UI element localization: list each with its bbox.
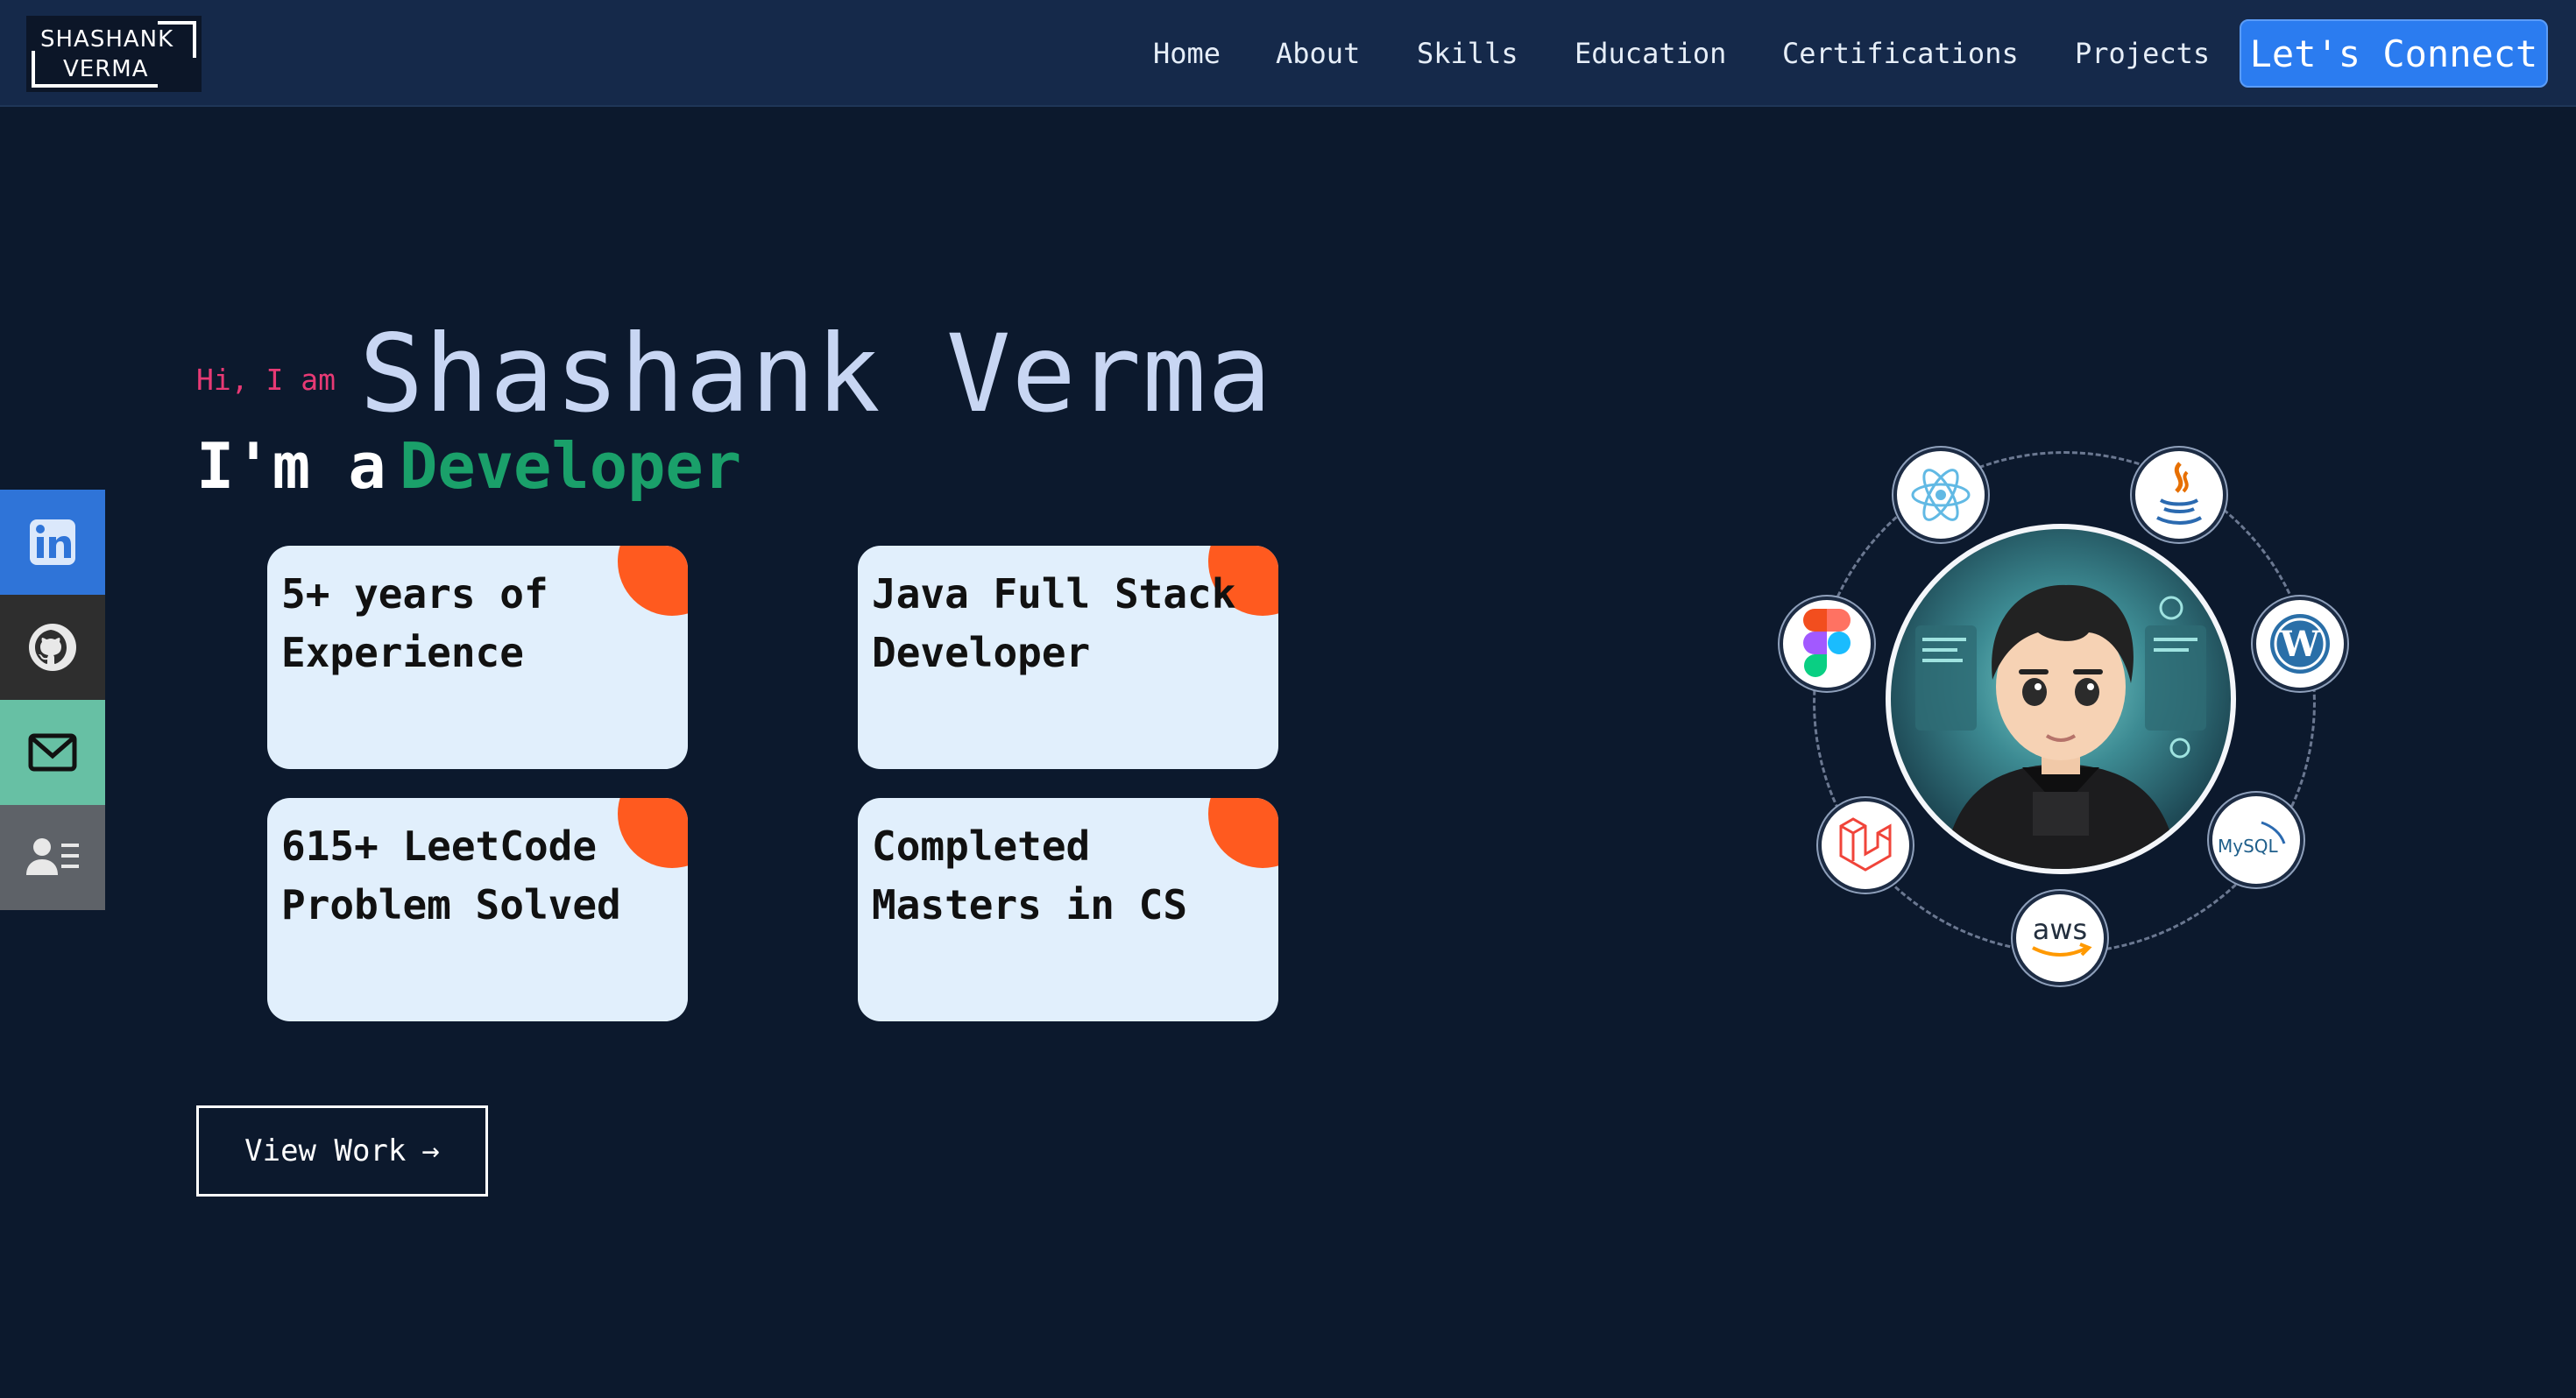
card-text: Completed Masters in CS: [872, 823, 1188, 928]
stat-card-experience: 5+ years of Experience: [267, 546, 688, 769]
mail-icon: [28, 733, 77, 772]
card-text: 5+ years of Experience: [281, 570, 548, 676]
navbar: SHASHANK VERMA Home About Skills Educati…: [0, 0, 2576, 107]
developer-avatar-illustration: [1915, 584, 2206, 869]
lets-connect-button[interactable]: Let's Connect: [2240, 19, 2548, 88]
aws-label: aws: [2033, 913, 2087, 946]
mysql-logo: MySQL: [2218, 821, 2286, 857]
nav-about-label[interactable]: About: [1276, 37, 1360, 70]
nav-skills-label[interactable]: Skills: [1417, 37, 1518, 70]
figma-icon: [1780, 597, 1874, 691]
greeting-text: Hi, I am: [196, 363, 336, 397]
avatar: [1886, 524, 2236, 874]
mysql-label: MySQL: [2218, 836, 2279, 857]
nav-home-label[interactable]: Home: [1153, 37, 1221, 70]
linkedin-link[interactable]: [0, 490, 105, 595]
nav-education-label[interactable]: Education: [1575, 37, 1726, 70]
nav-projects-label[interactable]: Projects: [2075, 37, 2210, 70]
github-link[interactable]: [0, 595, 105, 700]
svg-text:W: W: [2280, 624, 2321, 665]
nav-home[interactable]: Home: [1153, 0, 1221, 107]
java-icon: [2132, 448, 2226, 542]
view-work-label: View Work: [244, 1133, 407, 1169]
java-logo: [2156, 462, 2202, 525]
nav-projects[interactable]: Projects: [2075, 0, 2210, 107]
role-prefix: I'm a: [196, 429, 386, 503]
logo-line-2: VERMA: [63, 56, 149, 82]
card-text: 615+ LeetCode Problem Solved: [281, 823, 621, 928]
linkedin-icon: [30, 519, 75, 565]
arrow-right-icon: →: [421, 1133, 440, 1169]
laravel-icon: [1818, 798, 1913, 893]
view-work-button[interactable]: View Work →: [196, 1105, 488, 1197]
react-icon: [1893, 448, 1988, 542]
nav-skills[interactable]: Skills: [1417, 0, 1518, 107]
nav-certifications[interactable]: Certifications: [1782, 0, 2019, 107]
wordpress-icon: W: [2253, 597, 2347, 691]
stat-card-role: Java Full Stack Developer: [858, 546, 1278, 769]
hero-name: Shashank Verma: [359, 312, 1273, 436]
mysql-icon: MySQL: [2209, 793, 2304, 887]
aws-icon: aws: [2013, 891, 2107, 985]
role-text: Developer: [400, 429, 742, 503]
nav-certifications-label[interactable]: Certifications: [1782, 37, 2019, 70]
resume-link[interactable]: [0, 805, 105, 910]
laravel-logo: [1839, 817, 1892, 872]
nav-about[interactable]: About: [1276, 0, 1360, 107]
figma-logo: [1803, 609, 1851, 677]
nav-education[interactable]: Education: [1575, 0, 1726, 107]
email-link[interactable]: [0, 700, 105, 805]
react-logo: [1911, 469, 1971, 521]
logo-line-1: SHASHANK: [40, 26, 174, 53]
github-icon: [29, 624, 76, 671]
stat-card-leetcode: 615+ LeetCode Problem Solved: [267, 798, 688, 1021]
stat-card-education: Completed Masters in CS: [858, 798, 1278, 1021]
aws-logo: aws: [2032, 913, 2092, 957]
wordpress-logo: W: [2270, 614, 2330, 674]
site-logo[interactable]: SHASHANK VERMA: [26, 16, 202, 92]
tech-orbit: W MySQL aws: [1757, 425, 2361, 994]
resume-icon: [26, 838, 79, 875]
card-text: Java Full Stack Developer: [872, 570, 1236, 676]
